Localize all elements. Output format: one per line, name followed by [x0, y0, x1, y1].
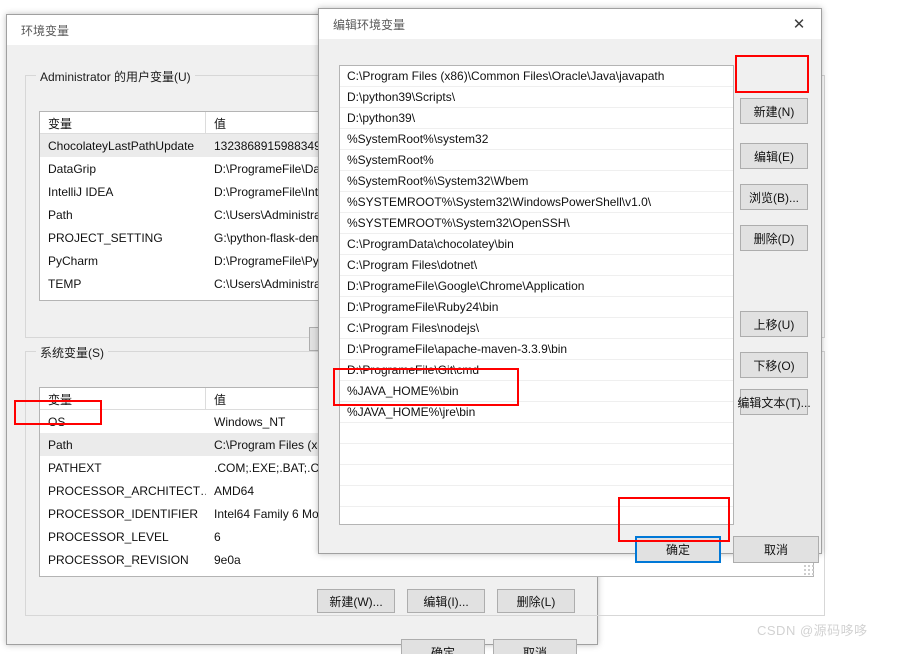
- user-variables-legend: Administrator 的用户变量(U): [36, 68, 195, 85]
- path-entry-row[interactable]: [340, 423, 733, 444]
- path-entry-row[interactable]: %SYSTEMROOT%\System32\OpenSSH\: [340, 213, 733, 234]
- system-delete-button[interactable]: 删除(L): [497, 589, 575, 613]
- close-icon[interactable]: ✕: [777, 9, 821, 39]
- path-entry-row[interactable]: C:\Program Files\dotnet\: [340, 255, 733, 276]
- path-entries-list[interactable]: C:\Program Files (x86)\Common Files\Orac…: [339, 65, 734, 525]
- path-entry-row[interactable]: %SystemRoot%: [340, 150, 733, 171]
- path-entries-rows: C:\Program Files (x86)\Common Files\Orac…: [340, 66, 733, 524]
- variable-name-cell: Path: [48, 437, 73, 452]
- variable-name-cell: ChocolateyLastPathUpdate: [48, 138, 195, 153]
- variable-name-cell: PROCESSOR_REVISION: [48, 552, 189, 567]
- user-col-variable[interactable]: 变量: [40, 112, 206, 133]
- system-edit-button[interactable]: 编辑(I)...: [407, 589, 485, 613]
- edit-resize-grip[interactable]: [803, 564, 815, 576]
- variable-name-cell: PROCESSOR_IDENTIFIER: [48, 506, 199, 521]
- side-button-4[interactable]: 上移(U): [740, 311, 808, 337]
- path-entry-row[interactable]: %JAVA_HOME%\bin: [340, 381, 733, 402]
- variable-value-cell: 9e0a: [214, 552, 241, 567]
- edit-environment-variable-dialog: 编辑环境变量 ✕ C:\Program Files (x86)\Common F…: [318, 8, 822, 576]
- path-entry-row[interactable]: [340, 486, 733, 507]
- side-button-3[interactable]: 删除(D): [740, 225, 808, 251]
- edit-dialog-titlebar: 编辑环境变量 ✕: [319, 9, 821, 39]
- side-button-0[interactable]: 新建(N): [740, 98, 808, 124]
- system-col-variable[interactable]: 变量: [40, 388, 206, 409]
- path-entry-row[interactable]: C:\Program Files (x86)\Common Files\Orac…: [340, 66, 733, 87]
- variable-name-cell: IntelliJ IDEA: [48, 184, 114, 199]
- variable-name-cell: PATHEXT: [48, 460, 102, 475]
- variable-name-cell: OS: [48, 414, 66, 429]
- path-entry-row[interactable]: [340, 444, 733, 465]
- path-entry-row[interactable]: D:\ProgrameFile\Git\cmd: [340, 360, 733, 381]
- screenshot-root: 环境变量 Administrator 的用户变量(U) 变量 值 Chocola…: [0, 0, 905, 654]
- side-button-5[interactable]: 下移(O): [740, 352, 808, 378]
- system-new-button[interactable]: 新建(W)...: [317, 589, 395, 613]
- variable-name-cell: Path: [48, 207, 73, 222]
- edit-dialog-title: 编辑环境变量: [333, 17, 406, 32]
- path-entry-row[interactable]: D:\ProgrameFile\Google\Chrome\Applicatio…: [340, 276, 733, 297]
- csdn-watermark: CSDN @源码哆哆: [757, 623, 868, 638]
- path-entry-row[interactable]: D:\ProgrameFile\Ruby24\bin: [340, 297, 733, 318]
- path-entry-row[interactable]: [340, 507, 733, 524]
- path-entry-row[interactable]: C:\Program Files\nodejs\: [340, 318, 733, 339]
- variable-name-cell: PROJECT_SETTING: [48, 230, 163, 245]
- system-variables-legend: 系统变量(S): [36, 344, 108, 361]
- path-entry-row[interactable]: %JAVA_HOME%\jre\bin: [340, 402, 733, 423]
- side-button-1[interactable]: 编辑(E): [740, 143, 808, 169]
- path-entry-row[interactable]: D:\python39\Scripts\: [340, 87, 733, 108]
- path-entry-row[interactable]: [340, 465, 733, 486]
- path-entry-row[interactable]: D:\python39\: [340, 108, 733, 129]
- side-button-2[interactable]: 浏览(B)...: [740, 184, 808, 210]
- variable-name-cell: PROCESSOR_ARCHITECT…: [48, 483, 206, 498]
- variable-name-cell: PyCharm: [48, 253, 99, 268]
- path-entry-row[interactable]: D:\ProgrameFile\apache-maven-3.3.9\bin: [340, 339, 733, 360]
- edit-cancel-button[interactable]: 取消: [733, 536, 819, 563]
- variable-name-cell: TEMP: [48, 276, 82, 291]
- side-button-6[interactable]: 编辑文本(T)...: [737, 389, 811, 415]
- env-ok-button[interactable]: 确定: [401, 639, 485, 654]
- path-entry-row[interactable]: %SYSTEMROOT%\System32\WindowsPowerShell\…: [340, 192, 733, 213]
- edit-ok-button[interactable]: 确定: [635, 536, 721, 563]
- variable-name-cell: DataGrip: [48, 161, 97, 176]
- variable-name-cell: PROCESSOR_LEVEL: [48, 529, 169, 544]
- env-cancel-button[interactable]: 取消: [493, 639, 577, 654]
- path-entry-row[interactable]: %SystemRoot%\system32: [340, 129, 733, 150]
- path-entry-row[interactable]: C:\ProgramData\chocolatey\bin: [340, 234, 733, 255]
- path-entry-row[interactable]: %SystemRoot%\System32\Wbem: [340, 171, 733, 192]
